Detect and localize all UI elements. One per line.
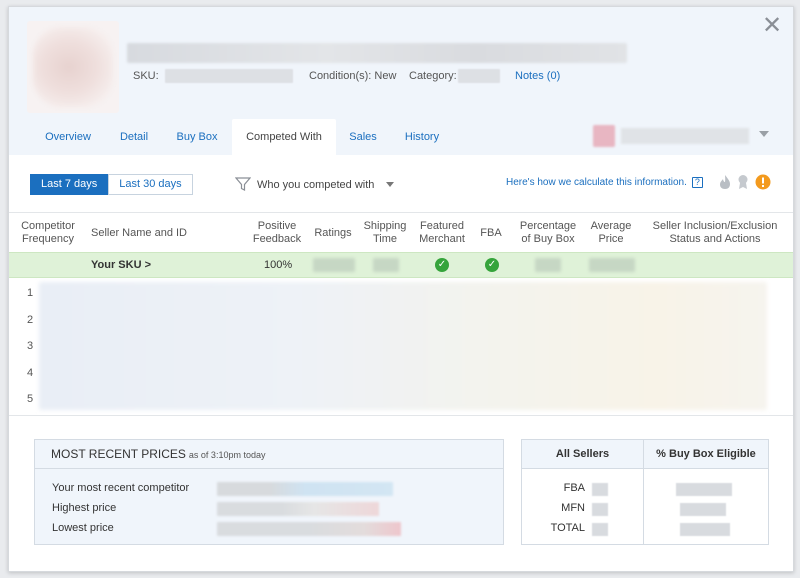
- award-ribbon-icon[interactable]: [737, 174, 749, 190]
- mfn-eligible-redacted: [680, 503, 726, 516]
- col-seller-status-actions: Seller Inclusion/Exclusion Status and Ac…: [652, 220, 778, 245]
- mfn-count-redacted: [592, 503, 608, 516]
- total-eligible-redacted: [680, 523, 730, 536]
- col-ratings[interactable]: Ratings: [309, 213, 357, 253]
- total-row-label: TOTAL: [550, 522, 585, 534]
- prices-as-of: as of 3:10pm today: [188, 450, 266, 460]
- status-icons: [719, 174, 771, 190]
- rank-2: 2: [27, 314, 34, 326]
- last-7-days-button[interactable]: Last 7 days: [30, 174, 109, 195]
- close-icon: ✕: [761, 12, 783, 39]
- fba-eligible-redacted: [676, 483, 732, 496]
- your-shipping-redacted: [373, 258, 399, 272]
- featured-merchant-check-icon: ✓: [435, 258, 449, 272]
- flame-icon[interactable]: [719, 174, 731, 190]
- seller-selector[interactable]: [593, 123, 751, 149]
- lowest-price-value-redacted: [217, 522, 401, 536]
- rank-3: 3: [27, 340, 34, 352]
- tab-buy-box[interactable]: Buy Box: [169, 119, 225, 155]
- category-value-redacted: [458, 69, 500, 83]
- lowest-price-label: Lowest price: [52, 522, 114, 534]
- mfn-row-label: MFN: [561, 502, 585, 514]
- recent-competitor-label: Your most recent competitor: [52, 482, 190, 494]
- col-competitor-frequency[interactable]: Competitor Frequency: [13, 213, 83, 253]
- col-percentage-buy-box[interactable]: Percentage of Buy Box: [514, 213, 582, 253]
- column-divider: [643, 440, 644, 544]
- competitors-table-header: Competitor Frequency Seller Name and ID …: [9, 212, 793, 252]
- your-sku-link[interactable]: Your SKU >: [91, 253, 151, 277]
- competitor-rows-redacted: [39, 282, 767, 410]
- total-count-redacted: [592, 523, 608, 536]
- sku-label: SKU:: [133, 70, 159, 82]
- col-shipping-time[interactable]: Shipping Time: [359, 213, 411, 253]
- tab-overview[interactable]: Overview: [33, 119, 103, 155]
- your-buybox-pct-redacted: [535, 258, 561, 272]
- seller-name-redacted: [621, 128, 749, 144]
- product-image: [27, 21, 119, 113]
- tab-history[interactable]: History: [397, 119, 447, 155]
- col-featured-merchant[interactable]: Featured Merchant: [413, 213, 471, 253]
- highest-price-label: Highest price: [52, 502, 117, 514]
- col-seller-name[interactable]: Seller Name and ID: [87, 213, 191, 253]
- your-avg-price-redacted: [589, 258, 635, 272]
- calc-link-text: Here's how we calculate this information…: [506, 177, 687, 188]
- your-ratings-redacted: [313, 258, 355, 272]
- tab-detail[interactable]: Detail: [111, 119, 157, 155]
- col-fba[interactable]: FBA: [475, 213, 507, 253]
- recent-competitor-value-redacted: [217, 482, 393, 496]
- most-recent-prices-panel: MOST RECENT PRICES as of 3:10pm today You…: [34, 439, 504, 545]
- col-positive-feedback[interactable]: Positive Feedback: [247, 213, 307, 253]
- chevron-down-icon[interactable]: [759, 131, 769, 137]
- filter-label: Who you competed with: [257, 178, 375, 191]
- seller-swatch: [593, 125, 615, 147]
- col-average-price[interactable]: Average Price: [585, 213, 637, 253]
- condition-label: Condition(s): New: [309, 70, 397, 82]
- rank-5: 5: [27, 393, 34, 405]
- help-icon[interactable]: ?: [691, 177, 703, 188]
- filter-icon: [235, 177, 251, 191]
- category-label: Category:: [409, 70, 457, 82]
- tab-competed-with[interactable]: Competed With: [232, 119, 336, 155]
- section-divider: [9, 415, 793, 416]
- calculation-info-link[interactable]: Here's how we calculate this information…: [506, 177, 703, 188]
- your-sku-row: Your SKU > 100% ✓ ✓: [9, 252, 793, 278]
- competition-modal: ✕ SKU: Condition(s): New Category: Notes…: [8, 6, 794, 572]
- highest-price-value-redacted: [217, 502, 379, 516]
- your-positive-feedback: 100%: [264, 259, 293, 271]
- buy-box-eligible-header: % Buy Box Eligible: [644, 440, 768, 469]
- sellers-summary-table: All Sellers % Buy Box Eligible FBA MFN T…: [521, 439, 769, 545]
- sku-value-redacted: [165, 69, 293, 83]
- product-title-redacted: [127, 43, 627, 63]
- fba-count-redacted: [592, 483, 608, 496]
- rank-1: 1: [27, 287, 34, 299]
- all-sellers-header: All Sellers: [522, 440, 643, 469]
- date-range-toggle: Last 7 days Last 30 days: [30, 174, 193, 195]
- competitor-filter-dropdown[interactable]: Who you competed with: [235, 177, 395, 192]
- tab-sales[interactable]: Sales: [341, 119, 385, 155]
- product-header: ✕ SKU: Condition(s): New Category: Notes…: [9, 7, 793, 155]
- rank-4: 4: [27, 367, 34, 379]
- chevron-down-icon: [386, 182, 395, 187]
- fba-check-icon: ✓: [485, 258, 499, 272]
- fba-row-label: FBA: [563, 482, 585, 494]
- notes-link[interactable]: Notes (0): [515, 70, 560, 82]
- last-30-days-button[interactable]: Last 30 days: [108, 174, 193, 195]
- prices-panel-header: MOST RECENT PRICES as of 3:10pm today: [35, 440, 503, 469]
- prices-title: MOST RECENT PRICES: [51, 447, 186, 461]
- close-button[interactable]: ✕: [761, 12, 783, 39]
- warning-icon[interactable]: [755, 174, 771, 190]
